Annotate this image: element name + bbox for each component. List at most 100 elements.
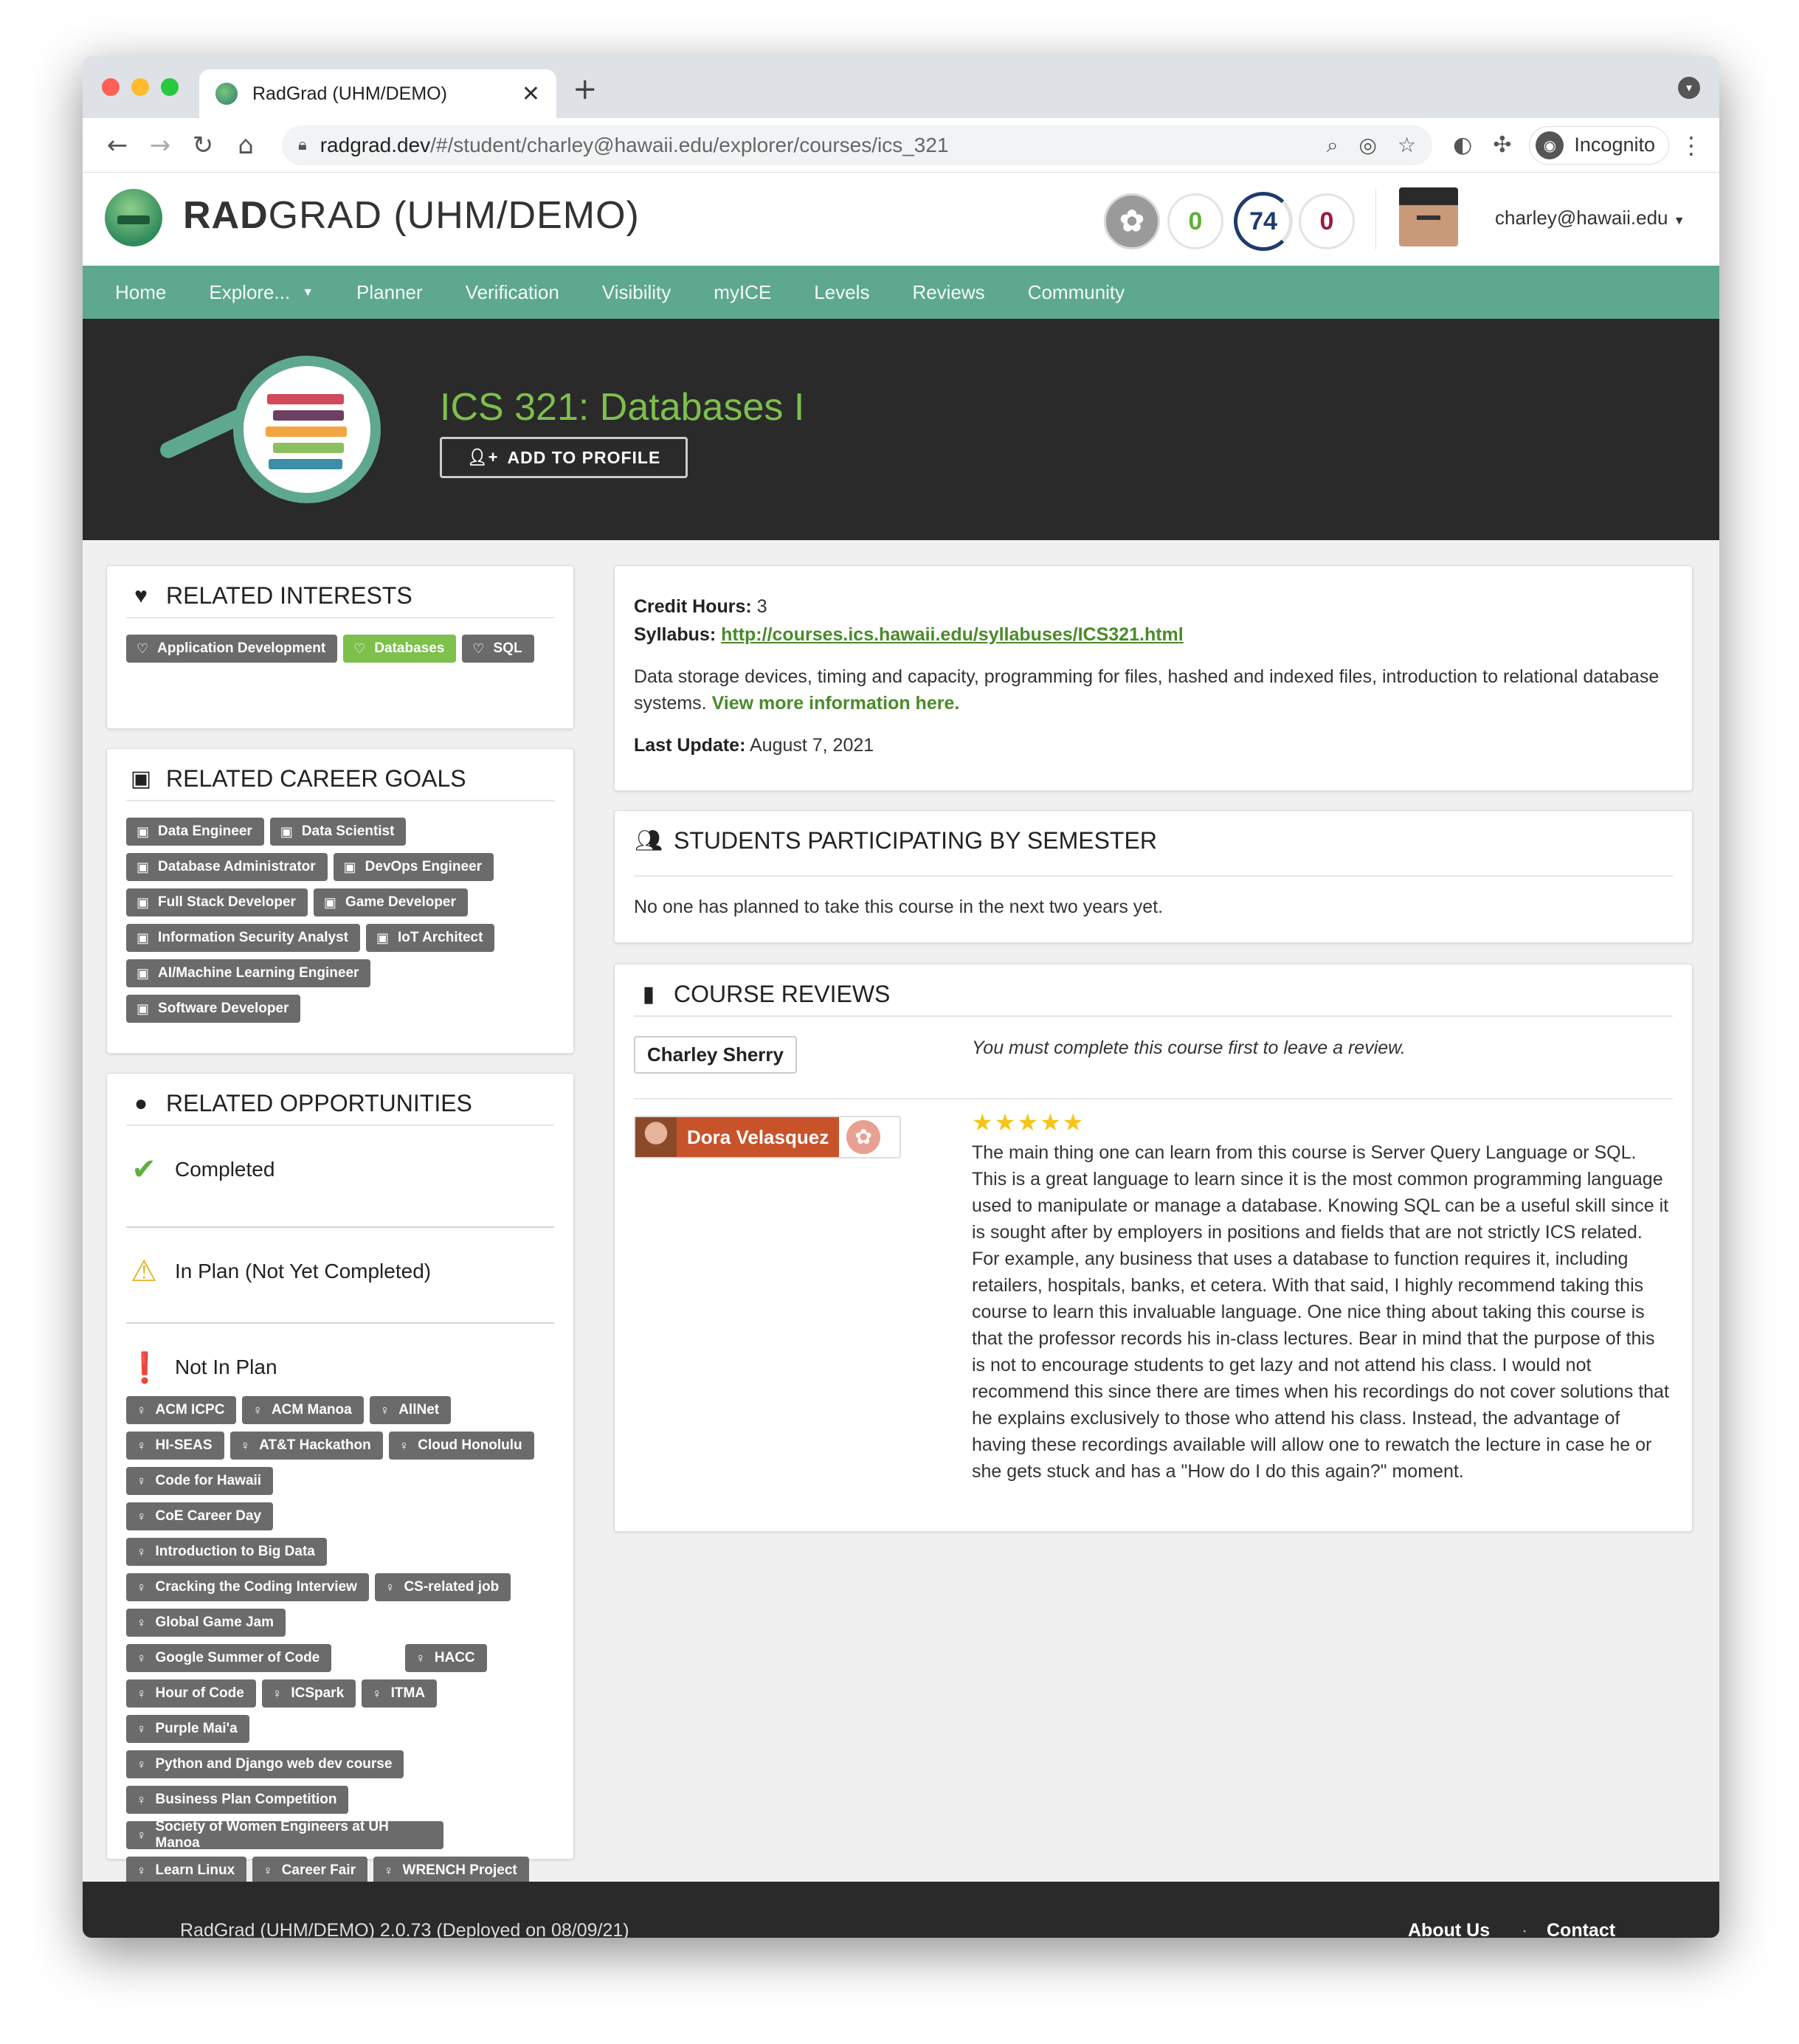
opportunity-label[interactable]: ♀ CoE Career Day <box>126 1502 274 1530</box>
opportunity-label[interactable]: ♀ Google Summer of Code <box>126 1644 332 1672</box>
nav-verification[interactable]: Verification <box>466 281 559 304</box>
maximize-window-button[interactable] <box>161 78 179 96</box>
tab-search-icon[interactable]: ▾ <box>1678 77 1700 99</box>
minimize-window-button[interactable] <box>131 78 149 96</box>
related-interests-header: ♥ RELATED INTERESTS <box>126 582 554 618</box>
eye-off-icon[interactable]: ◎ <box>1359 133 1377 157</box>
career-label[interactable]: ▣ Software Developer <box>126 995 301 1023</box>
user-avatar[interactable] <box>1399 187 1458 246</box>
opportunity-label[interactable]: ♀ Purple Mai'a <box>126 1715 249 1743</box>
opportunity-label[interactable]: ♀ Code for Hawaii <box>126 1467 274 1495</box>
career-label[interactable]: ▣ Information Security Analyst <box>126 924 360 952</box>
lightbulb-icon: ♀ <box>137 1402 147 1418</box>
lightbulb-icon: ♀ <box>415 1650 426 1665</box>
more-info-link[interactable]: View more information here. <box>712 693 960 714</box>
app-title[interactable]: RADGRAD (UHM/DEMO) <box>183 193 640 238</box>
nav-levels[interactable]: Levels <box>814 281 869 304</box>
extension-icon[interactable]: ◐ <box>1453 132 1472 158</box>
ice-innovation-score[interactable]: 0 <box>1167 193 1223 249</box>
opportunity-label-text: ICSpark <box>291 1685 345 1701</box>
career-label[interactable]: ▣ AI/Machine Learning Engineer <box>126 959 371 987</box>
opportunity-label[interactable]: ♀ Learn Linux <box>126 1857 247 1885</box>
opportunity-label[interactable]: ♀ ICSpark <box>261 1679 356 1708</box>
completed-status: ✔ Completed <box>126 1151 554 1188</box>
nav-reviews[interactable]: Reviews <box>912 281 984 304</box>
opportunity-label[interactable]: ♀ Business Plan Competition <box>126 1786 349 1814</box>
url-text[interactable]: radgrad.dev/#/student/charley@hawaii.edu… <box>320 134 1306 157</box>
ice-experience-score[interactable]: 0 <box>1299 193 1355 249</box>
opportunity-label[interactable]: ♀ ACM ICPC <box>126 1396 237 1424</box>
browser-tab[interactable]: RadGrad (UHM/DEMO) ✕ <box>199 69 556 118</box>
home-icon[interactable]: ⌂ <box>224 131 267 160</box>
career-label[interactable]: ▣ Game Developer <box>313 888 468 916</box>
reload-icon[interactable]: ↻ <box>182 131 224 160</box>
bookmark-star-icon[interactable]: ☆ <box>1398 133 1416 157</box>
opportunity-label[interactable]: ♀ Cracking the Coding Interview <box>126 1573 369 1601</box>
incognito-label: Incognito <box>1574 134 1655 156</box>
opportunity-label[interactable]: ♀ AllNet <box>369 1396 452 1424</box>
interest-label[interactable]: ♡ SQL <box>462 635 534 663</box>
nav-myice[interactable]: myICE <box>714 281 771 304</box>
nav-community[interactable]: Community <box>1028 281 1125 304</box>
puzzle-extensions-icon[interactable]: ✣ <box>1493 132 1511 158</box>
opportunity-label[interactable]: ♀ ITMA <box>362 1679 438 1708</box>
opportunity-label[interactable]: ♀ CS-related job <box>374 1573 511 1601</box>
course-reviews-card: ▮ COURSE REVIEWS Charley Sherry You must… <box>614 964 1693 1532</box>
opportunity-label[interactable]: ♀ HI-SEAS <box>126 1432 224 1460</box>
opportunity-label[interactable]: ♀ Cloud Honolulu <box>388 1432 534 1460</box>
heart-outline-icon: ♡ <box>353 641 366 656</box>
opportunity-label[interactable]: ♀ HACC <box>405 1644 487 1672</box>
opportunity-label[interactable]: ♀ Introduction to Big Data <box>126 1538 327 1566</box>
book-icon: ▮ <box>642 982 655 1007</box>
back-icon[interactable]: ← <box>96 131 139 160</box>
career-label[interactable]: ▣ Data Scientist <box>269 818 407 846</box>
opportunity-label[interactable]: ♀ Python and Django web dev course <box>126 1750 404 1778</box>
related-career-goals-header: ▣ RELATED CAREER GOALS <box>126 765 554 801</box>
flower-badge-icon[interactable]: ✿ <box>1104 193 1160 249</box>
opportunity-label[interactable]: ♀ Society of Women Engineers at UH Manoa <box>126 1819 443 1851</box>
close-tab-icon[interactable]: ✕ <box>522 81 540 107</box>
opportunity-label[interactable]: ♀ Global Game Jam <box>126 1609 286 1637</box>
career-label[interactable]: ▣ IoT Architect <box>365 924 495 952</box>
new-tab-button[interactable]: + <box>573 72 598 106</box>
about-us-link[interactable]: About Us <box>1408 1920 1490 1938</box>
career-label-text: DevOps Engineer <box>365 859 483 874</box>
opportunity-label[interactable]: ♀ Hour of Code <box>126 1679 256 1708</box>
close-window-button[interactable] <box>102 78 120 96</box>
add-to-profile-button[interactable]: 👤︎+ ADD TO PROFILE <box>440 437 688 478</box>
interest-label[interactable]: ♡ Databases <box>343 635 457 663</box>
book-shape <box>273 443 344 453</box>
in-plan-status: ⚠ In Plan (Not Yet Completed) <box>126 1253 554 1290</box>
radgrad-logo[interactable] <box>105 189 162 246</box>
main-content: ♥ RELATED INTERESTS ♡ Application Develop… <box>83 540 1719 1885</box>
opportunity-label[interactable]: ♀ ACM Manoa <box>242 1396 364 1424</box>
nav-planner[interactable]: Planner <box>356 281 423 304</box>
nav-home[interactable]: Home <box>115 281 166 304</box>
opportunity-label-text: Society of Women Engineers at UH Manoa <box>155 1819 389 1851</box>
incognito-indicator[interactable]: ◉ Incognito <box>1529 125 1669 165</box>
address-bar[interactable]: 🔒︎ radgrad.dev/#/student/charley@hawaii.… <box>282 125 1433 165</box>
opportunity-label-text: CoE Career Day <box>155 1508 262 1524</box>
career-label[interactable]: ▣ Database Administrator <box>126 853 328 881</box>
opportunity-label[interactable]: ♀ WRENCH Project <box>373 1857 529 1885</box>
students-participating-title: STUDENTS PARTICIPATING BY SEMESTER <box>674 827 1157 854</box>
opportunity-label[interactable]: ♀ AT&T Hackathon <box>229 1432 383 1460</box>
user-menu[interactable]: charley@hawaii.edu ▼ <box>1495 207 1685 229</box>
lightbulb-icon: ♀ <box>137 1508 147 1524</box>
career-label[interactable]: ▣ Full Stack Developer <box>126 888 308 916</box>
zoom-icon[interactable]: ⌕ <box>1327 133 1339 158</box>
forward-icon[interactable]: → <box>139 131 182 160</box>
ice-competency-score[interactable]: 74 <box>1234 192 1293 251</box>
nav-visibility[interactable]: Visibility <box>602 281 671 304</box>
career-label[interactable]: ▣ Data Engineer <box>126 818 264 846</box>
browser-menu-icon[interactable]: ⋮ <box>1677 131 1706 159</box>
contact-link[interactable]: Contact <box>1547 1920 1615 1938</box>
flower-badge-icon: ✿ <box>846 1120 881 1154</box>
opportunity-label[interactable]: ♀ Career Fair <box>252 1857 368 1885</box>
nav-explore[interactable]: Explore... ▼ <box>209 281 314 304</box>
lock-icon[interactable]: 🔒︎ <box>298 136 307 154</box>
interest-label[interactable]: ♡ Application Development <box>126 635 338 663</box>
career-label[interactable]: ▣ DevOps Engineer <box>333 853 494 881</box>
syllabus-link[interactable]: http://courses.ics.hawaii.edu/syllabuses… <box>721 624 1184 645</box>
reviewer-chip[interactable]: Dora Velasquez ✿ <box>634 1116 901 1159</box>
